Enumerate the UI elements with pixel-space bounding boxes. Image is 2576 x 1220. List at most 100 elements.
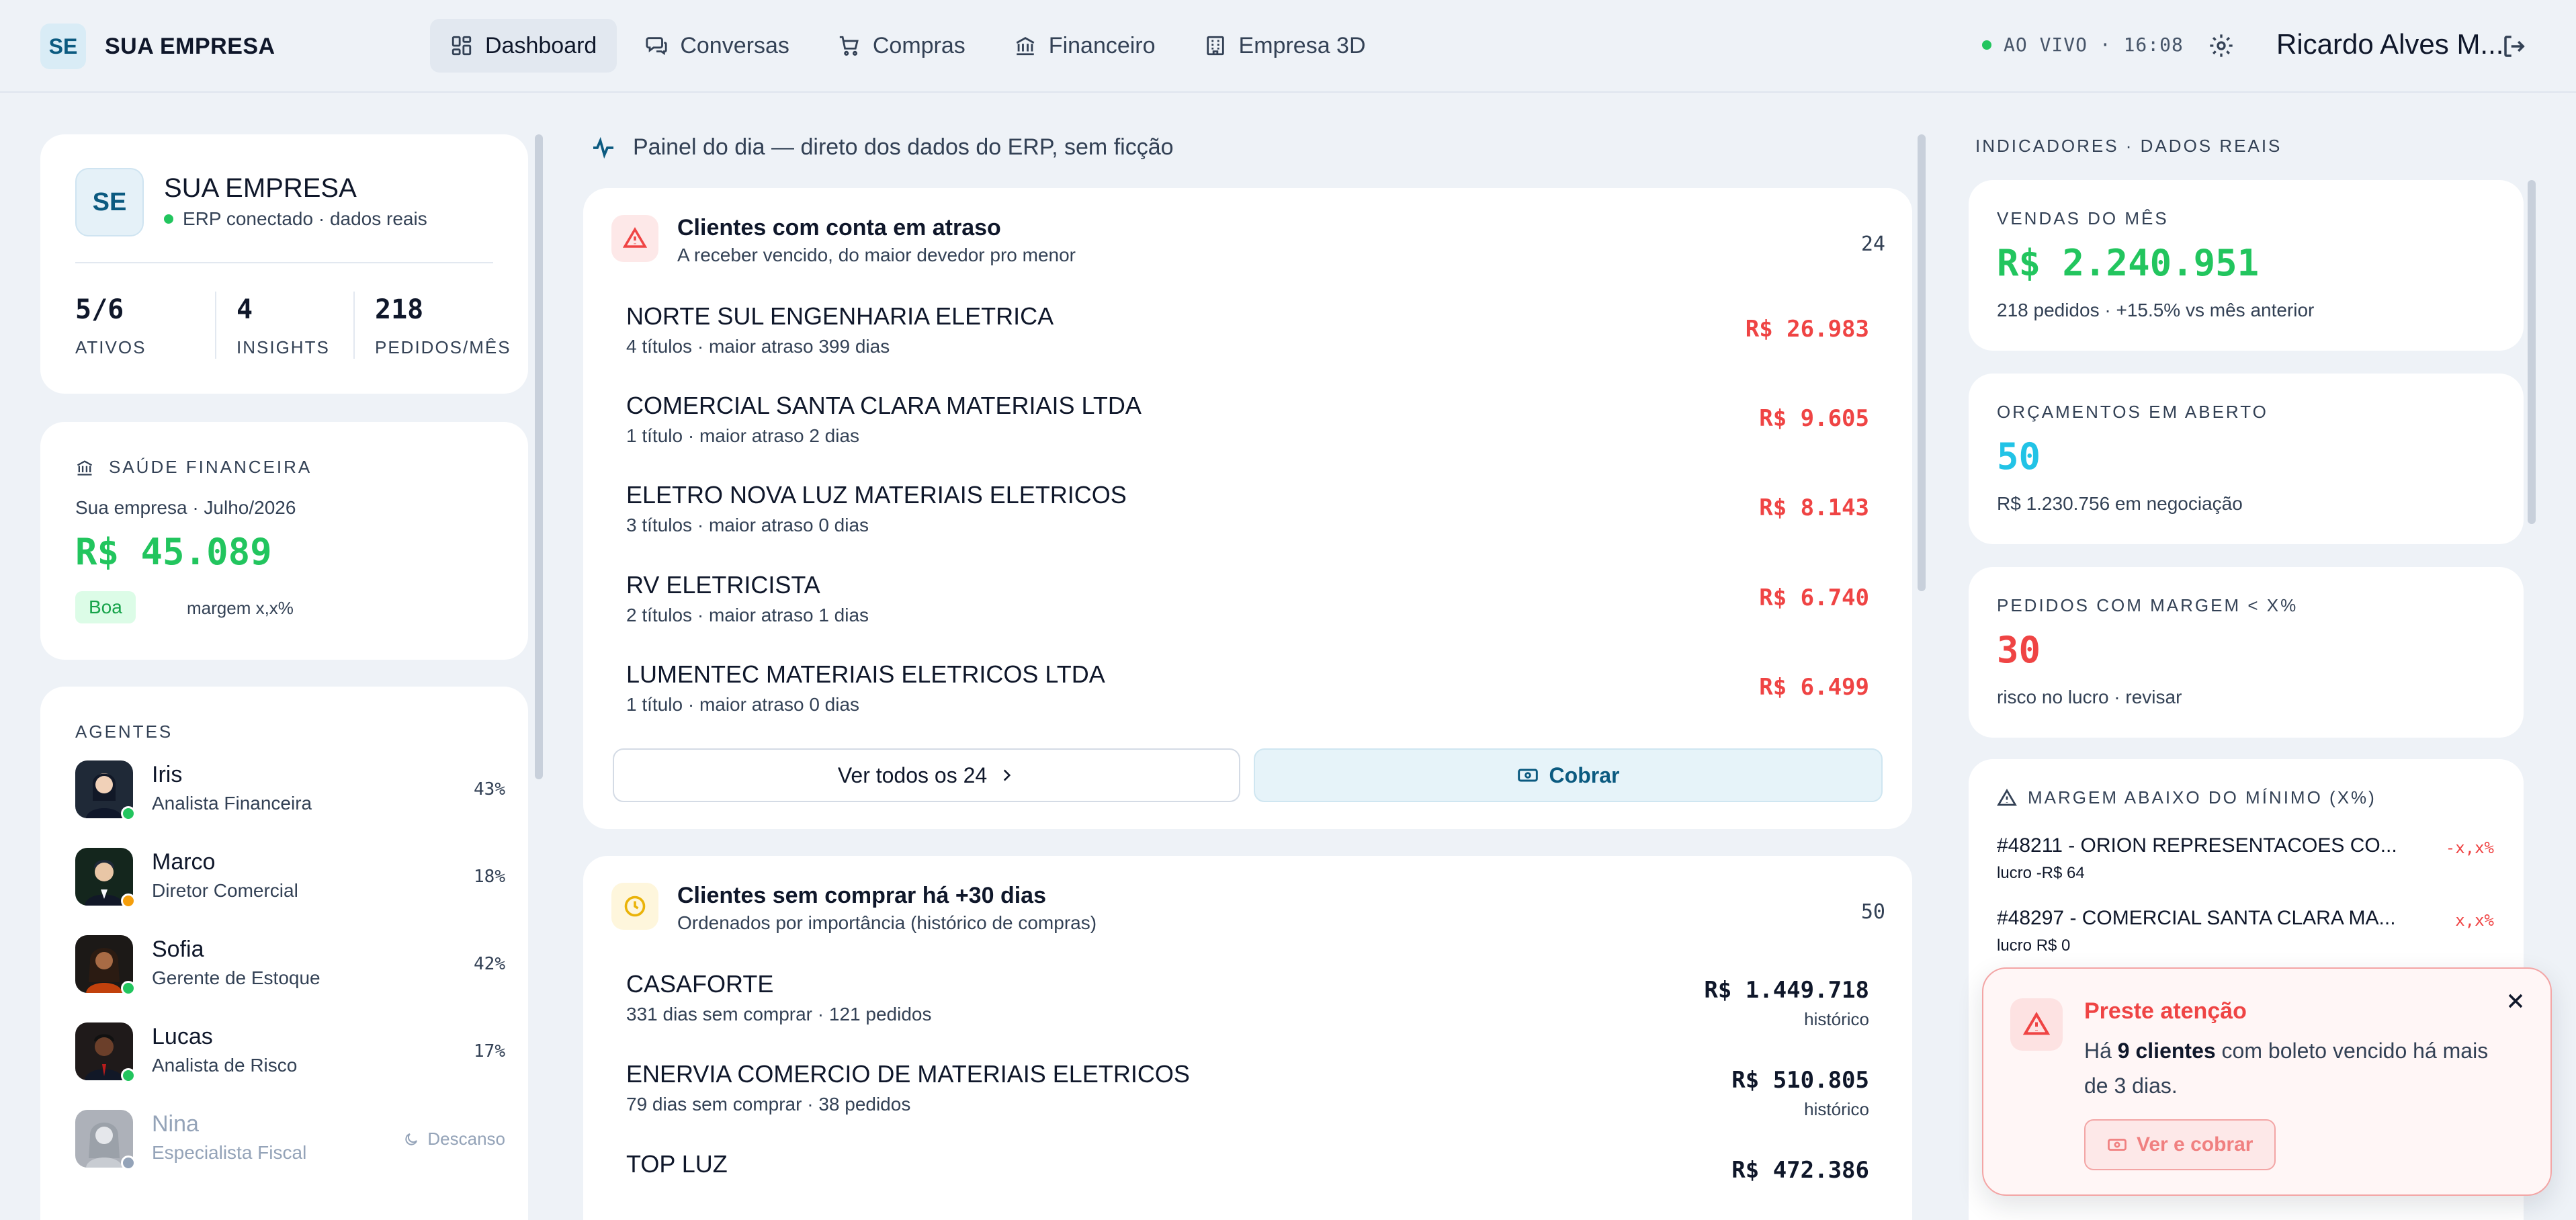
see-all-button[interactable]: Ver todos os 24 (613, 748, 1240, 802)
chevron-right-icon (1004, 769, 1011, 781)
kpi-sales-card[interactable]: VENDAS DO MÊS R$ 2.240.951 218 pedidos ·… (1969, 180, 2524, 351)
nav-empresa-3d-label: Empresa 3D (1238, 32, 1366, 58)
client-detail: 1 título · maior atraso 0 dias (626, 694, 860, 715)
agent-nina[interactable]: Nina Especialista Fiscal Descanso (75, 1110, 505, 1177)
rest-label: Descanso (403, 1129, 505, 1149)
client-name: RV ELETRICISTA (626, 571, 820, 599)
client-name: ELETRO NOVA LUZ MATERIAIS ELETRICOS (626, 481, 1127, 509)
stat-divider (215, 292, 216, 359)
nav-financeiro[interactable]: Financeiro (994, 19, 1176, 73)
nav-compras-label: Compras (872, 32, 965, 58)
view-and-charge-button[interactable]: Ver e cobrar (2084, 1119, 2276, 1170)
list-item[interactable]: ENERVIA COMERCIO DE MATERIAIS ELETRICOS … (626, 1060, 1869, 1127)
client-name: NORTE SUL ENGENHARIA ELETRICA (626, 302, 1054, 330)
status-dot (121, 806, 136, 821)
list-item[interactable]: #48297 - COMERCIAL SANTA CLARA MA... luc… (1997, 907, 2494, 955)
view-and-charge-label: Ver e cobrar (2137, 1133, 2253, 1156)
toast-body-prefix: Há (2084, 1039, 2118, 1063)
logout-button[interactable] (2501, 32, 2529, 60)
nav-dashboard[interactable]: Dashboard (430, 19, 617, 73)
client-detail: 331 dias sem comprar · 121 pedidos (626, 1004, 932, 1025)
bank-icon (1016, 37, 1035, 56)
agent-percentage: 43% (474, 779, 505, 799)
health-subtitle: Sua empresa · Julho/2026 (75, 497, 296, 518)
history-label: histórico (1804, 1099, 1869, 1119)
agent-percentage: 18% (474, 867, 505, 887)
kpi-quotes-card[interactable]: ORÇAMENTOS EM ABERTO 50 R$ 1.230.756 em … (1969, 374, 2524, 544)
health-title-text: SAÚDE FINANCEIRA (109, 457, 312, 477)
client-amount: R$ 472.386 (1731, 1157, 1869, 1184)
history-label: histórico (1804, 1009, 1869, 1029)
banknote-icon (1517, 769, 1538, 782)
settings-button[interactable] (2208, 32, 2235, 59)
cobrar-label: Cobrar (1549, 762, 1620, 787)
live-dot (1982, 40, 1991, 50)
nav-empresa-3d[interactable]: Empresa 3D (1184, 19, 1386, 73)
right-scrollbar[interactable] (2528, 180, 2536, 524)
kpi-margin-card[interactable]: PEDIDOS COM MARGEM < x% 30 risco no lucr… (1969, 567, 2524, 738)
overdue-clients-card: Clientes com conta em atraso A receber v… (583, 188, 1912, 829)
building-icon (1206, 36, 1224, 56)
list-item[interactable]: RV ELETRICISTA 2 títulos · maior atraso … (626, 571, 1869, 638)
order-profit: lucro -R$ 64 (1997, 864, 2085, 882)
list-item[interactable]: ELETRO NOVA LUZ MATERIAIS ELETRICOS 3 tí… (626, 481, 1869, 548)
middle-scrollbar[interactable] (1918, 134, 1926, 591)
list-item[interactable]: CASAFORTE 331 dias sem comprar · 121 ped… (626, 970, 1869, 1037)
kpi-subtitle: risco no lucro · revisar (1997, 687, 2182, 707)
list-item[interactable]: LUMENTEC MATERIAIS ELETRICOS LTDA 1 títu… (626, 660, 1869, 728)
chat-icon (646, 37, 667, 55)
kpi-subtitle: R$ 1.230.756 em negociação (1997, 493, 2243, 514)
section-subtitle: A receber vencido, do maior devedor pro … (677, 245, 1076, 265)
stat-label: INSIGHTS (237, 337, 330, 357)
agent-sofia[interactable]: Sofia Gerente de Estoque 42% (75, 935, 505, 1002)
toast-close-button[interactable] (2503, 989, 2528, 1013)
list-item[interactable]: NORTE SUL ENGENHARIA ELETRICA 4 títulos … (626, 302, 1869, 369)
order-name: #48211 - ORION REPRESENTACOES CO... (1997, 834, 2397, 857)
health-badge: Boa (75, 591, 136, 623)
agent-name: Sofia (152, 936, 204, 962)
order-margin: x,x% (2455, 911, 2494, 930)
list-item[interactable]: COMERCIAL SANTA CLARA MATERIAIS LTDA 1 t… (626, 392, 1869, 459)
section-title: Clientes sem comprar há +30 dias (677, 883, 1046, 908)
alert-triangle-icon (1997, 788, 2017, 805)
nav-dashboard-label: Dashboard (485, 32, 597, 58)
clock-icon-box (611, 883, 658, 930)
status-dot (121, 894, 136, 908)
nav-conversas[interactable]: Conversas (625, 19, 810, 73)
toast-icon-box (2010, 998, 2063, 1051)
client-detail: 2 títulos · maior atraso 1 dias (626, 605, 869, 625)
cobrar-button[interactable]: Cobrar (1254, 748, 1883, 802)
user-name[interactable]: Ricardo Alves M... (2276, 28, 2505, 60)
agent-lucas[interactable]: Lucas Analista de Risco 17% (75, 1022, 505, 1090)
nav-compras[interactable]: Compras (818, 19, 986, 73)
toast-body: Há 9 clientes com boleto vencido há mais… (2084, 1033, 2514, 1103)
bank-icon (77, 460, 93, 476)
brand-logo: SE (40, 24, 86, 69)
status-dot (121, 1068, 136, 1083)
list-item[interactable]: #48211 - ORION REPRESENTACOES CO... lucr… (1997, 834, 2494, 883)
agent-role: Especialista Fiscal (152, 1142, 307, 1163)
live-indicator: AO VIVO · 16:08 (1982, 34, 2184, 56)
stat-label: PEDIDOS/MÊS (375, 337, 511, 357)
section-subtitle: Ordenados por importância (histórico de … (677, 912, 1097, 933)
client-detail: 1 título · maior atraso 2 dias (626, 425, 860, 446)
erp-status: ERP conectado · dados reais (164, 208, 427, 230)
list-item[interactable]: TOP LUZ R$ 472.386 (626, 1150, 1869, 1217)
financial-health-card[interactable]: SAÚDE FINANCEIRA Sua empresa · Julho/202… (40, 422, 528, 660)
brand-name: SUA EMPRESA (105, 33, 275, 59)
client-name: ENERVIA COMERCIO DE MATERIAIS ELETRICOS (626, 1060, 1190, 1088)
toast-body-bold: 9 clientes (2117, 1039, 2216, 1063)
alert-triangle-icon (623, 226, 647, 248)
agent-name: Nina (152, 1111, 199, 1137)
toast-title: Preste atenção (2084, 998, 2247, 1024)
agent-percentage: 42% (474, 954, 505, 974)
agent-marco[interactable]: Marco Diretor Comercial 18% (75, 848, 505, 915)
stat-value: 4 (237, 294, 253, 325)
brand[interactable]: SE SUA EMPRESA (40, 24, 275, 69)
clock-icon (624, 896, 646, 917)
agent-iris[interactable]: Iris Analista Financeira 43% (75, 760, 505, 828)
stat-insights: 4 INSIGHTS (237, 294, 330, 358)
client-amount: R$ 1.449.718 (1704, 977, 1869, 1004)
agent-percentage: 17% (474, 1041, 505, 1061)
left-scrollbar[interactable] (535, 134, 543, 779)
